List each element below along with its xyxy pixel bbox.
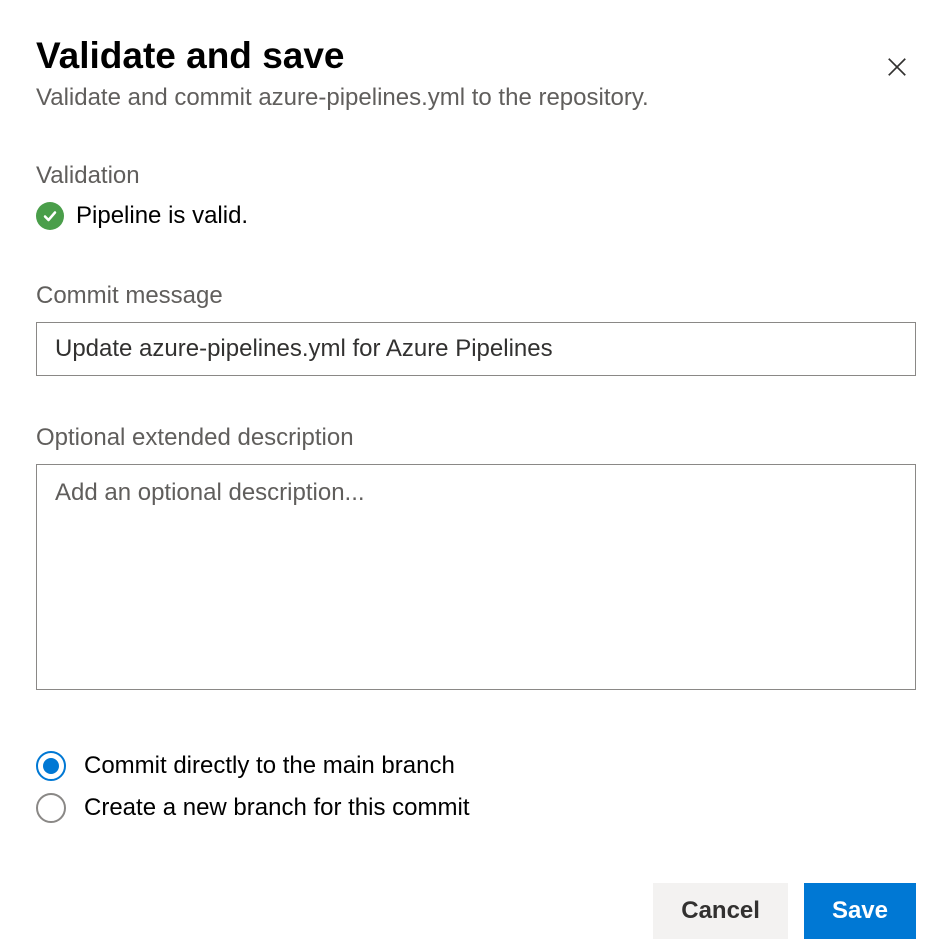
dialog-title: Validate and save [36,36,649,77]
commit-message-label: Commit message [36,282,916,310]
checkmark-circle-icon [36,202,64,230]
validation-label: Validation [36,162,916,190]
radio-icon [36,793,66,823]
close-button[interactable] [878,48,916,89]
branch-option-group: Commit directly to the main branch Creat… [36,751,916,823]
radio-commit-main[interactable]: Commit directly to the main branch [36,751,916,781]
commit-message-input[interactable] [36,322,916,376]
cancel-button[interactable]: Cancel [653,883,788,939]
validation-status: Pipeline is valid. [36,202,916,230]
radio-create-branch[interactable]: Create a new branch for this commit [36,793,916,823]
save-button[interactable]: Save [804,883,916,939]
dialog-subtitle: Validate and commit azure-pipelines.yml … [36,81,649,115]
validation-status-text: Pipeline is valid. [76,202,248,230]
radio-icon [36,751,66,781]
radio-label-new-branch: Create a new branch for this commit [84,794,470,822]
radio-label-main: Commit directly to the main branch [84,752,455,780]
close-icon [886,56,908,81]
description-textarea[interactable] [36,464,916,690]
description-label: Optional extended description [36,424,916,452]
